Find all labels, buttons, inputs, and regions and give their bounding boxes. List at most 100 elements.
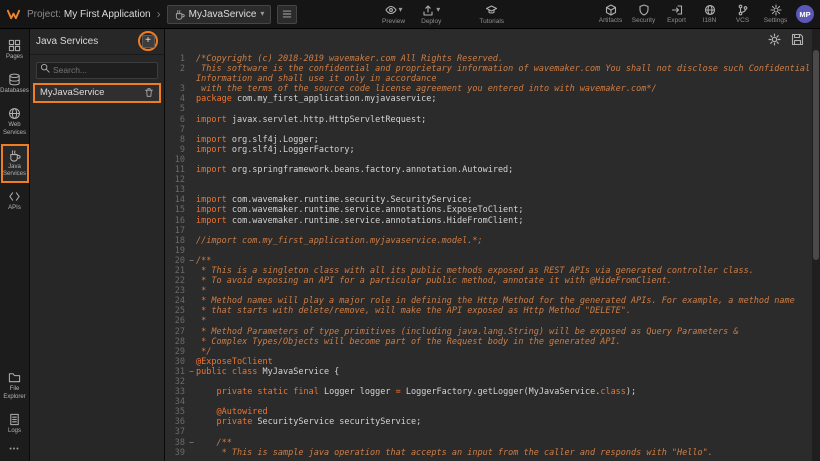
code-line: 17 (165, 226, 812, 236)
line-number: 22 (165, 276, 187, 286)
security-button[interactable]: Security (631, 4, 656, 24)
sidebar-item-file-explorer[interactable]: File Explorer (1, 366, 29, 405)
code-line: 5 (165, 104, 812, 114)
export-button[interactable]: Export (664, 4, 689, 24)
line-number: 27 (165, 327, 187, 337)
left-sidebar: Pages Databases Web Services Java Servic… (0, 28, 30, 461)
code-text: */ (196, 347, 812, 357)
artifacts-button[interactable]: Artifacts (598, 4, 623, 24)
code-line: 18//import com.my_first_application.myja… (165, 236, 812, 246)
sidebar-item-java-services[interactable]: Java Services (1, 144, 29, 183)
code-line: 4package com.my_first_application.myjava… (165, 94, 812, 104)
tool-label: Settings (764, 17, 788, 24)
code-editor: 1/*Copyright (c) 2018-2019 wavemaker.com… (165, 28, 820, 461)
fold-spacer (187, 236, 196, 246)
tool-label: VCS (736, 17, 749, 24)
code-text: * This is a singleton class with all its… (196, 266, 812, 276)
code-line: 22 * To avoid exposing an API for a part… (165, 276, 812, 286)
project-name[interactable]: My First Application (64, 9, 151, 20)
line-number: 28 (165, 337, 187, 347)
fold-spacer (187, 104, 196, 114)
code-line: 11import org.springframework.beans.facto… (165, 165, 812, 175)
sidebar-item-label: APIs (8, 205, 21, 212)
editor-toolbar (768, 33, 804, 46)
chevron-down-icon[interactable]: ▾ (436, 6, 440, 14)
code-line: 26 * (165, 316, 812, 326)
search-input[interactable] (36, 62, 158, 79)
file-list-button[interactable] (277, 5, 297, 24)
i18n-button[interactable]: I18N (697, 4, 722, 24)
panel-title: Java Services (36, 36, 98, 47)
wavemaker-logo-icon[interactable] (6, 7, 21, 22)
line-number: 25 (165, 306, 187, 316)
sidebar-item-web-services[interactable]: Web Services (1, 102, 29, 141)
line-number: 12 (165, 175, 187, 185)
fold-marker-icon[interactable]: − (187, 256, 196, 266)
code-line: 34 (165, 397, 812, 407)
code-line: 1/*Copyright (c) 2018-2019 wavemaker.com… (165, 54, 812, 64)
code-text: This software is the confidential and pr… (196, 64, 812, 84)
sidebar-item-label: Java Services (3, 164, 27, 178)
line-number: 1 (165, 54, 187, 64)
fold-spacer (187, 357, 196, 367)
code-text: import com.wavemaker.runtime.security.Se… (196, 195, 812, 205)
line-number: 3 (165, 84, 187, 94)
preview-button[interactable]: ▾ Preview (382, 4, 405, 25)
code-text (196, 125, 812, 135)
code-text: * (196, 286, 812, 296)
fold-spacer (187, 327, 196, 337)
chevron-down-icon[interactable]: ▾ (399, 6, 403, 14)
tutorials-button[interactable]: Tutorials (479, 4, 504, 25)
line-number: 30 (165, 357, 187, 367)
tab-title: MyJavaService (189, 9, 257, 20)
deploy-button[interactable]: ▾ Deploy (421, 4, 441, 25)
code-text (196, 185, 812, 195)
settings-button[interactable]: Settings (763, 4, 788, 24)
sidebar-item-logs[interactable]: Logs (1, 408, 29, 440)
code-line: 8import org.slf4j.Logger; (165, 135, 812, 145)
editor-settings-gear-icon[interactable] (768, 33, 781, 46)
fold-spacer (187, 377, 196, 387)
preview-label: Preview (382, 18, 405, 25)
code-line: 25 * that starts with delete/remove, wil… (165, 306, 812, 316)
code-line: 27 * Method Parameters of type primitive… (165, 327, 812, 337)
fold-spacer (187, 276, 196, 286)
java-services-panel: Java Services + MyJavaService (30, 28, 165, 461)
scrollbar-thumb[interactable] (813, 50, 819, 260)
code-text: * (196, 316, 812, 326)
topbar: Project: My First Application › MyJavaSe… (0, 0, 820, 29)
fold-spacer (187, 115, 196, 125)
sidebar-item-apis[interactable]: APIs (1, 185, 29, 217)
user-avatar[interactable]: MP (796, 5, 814, 23)
code-text: public class MyJavaService { (196, 367, 812, 377)
line-number: 9 (165, 145, 187, 155)
database-icon (8, 73, 21, 86)
pages-icon (8, 39, 21, 52)
line-number: 17 (165, 226, 187, 236)
more-options-icon[interactable]: ••• (9, 442, 19, 459)
code-line: 2 This software is the confidential and … (165, 64, 812, 84)
add-java-service-button[interactable]: + (142, 35, 155, 48)
deploy-label: Deploy (421, 18, 441, 25)
sidebar-item-pages[interactable]: Pages (1, 34, 29, 66)
editor-scrollbar[interactable] (812, 28, 820, 461)
panel-header: Java Services + (30, 28, 164, 55)
line-number: 35 (165, 407, 187, 417)
line-number: 7 (165, 125, 187, 135)
fold-spacer (187, 316, 196, 326)
service-name: MyJavaService (40, 87, 104, 98)
code-text: import org.slf4j.LoggerFactory; (196, 145, 812, 155)
open-file-tab[interactable]: MyJavaService ▾ (167, 5, 272, 24)
list-item-myjavaservice[interactable]: MyJavaService (33, 83, 161, 103)
fold-marker-icon[interactable]: − (187, 438, 196, 448)
trash-icon[interactable] (144, 87, 154, 98)
code-line: 37 (165, 427, 812, 437)
save-icon[interactable] (791, 33, 804, 46)
vcs-button[interactable]: VCS (730, 4, 755, 24)
sidebar-item-databases[interactable]: Databases (1, 68, 29, 100)
line-number: 6 (165, 115, 187, 125)
chevron-down-icon[interactable]: ▾ (260, 10, 264, 18)
code-lines[interactable]: 1/*Copyright (c) 2018-2019 wavemaker.com… (165, 54, 812, 461)
code-line: 13 (165, 185, 812, 195)
fold-marker-icon[interactable]: − (187, 367, 196, 377)
